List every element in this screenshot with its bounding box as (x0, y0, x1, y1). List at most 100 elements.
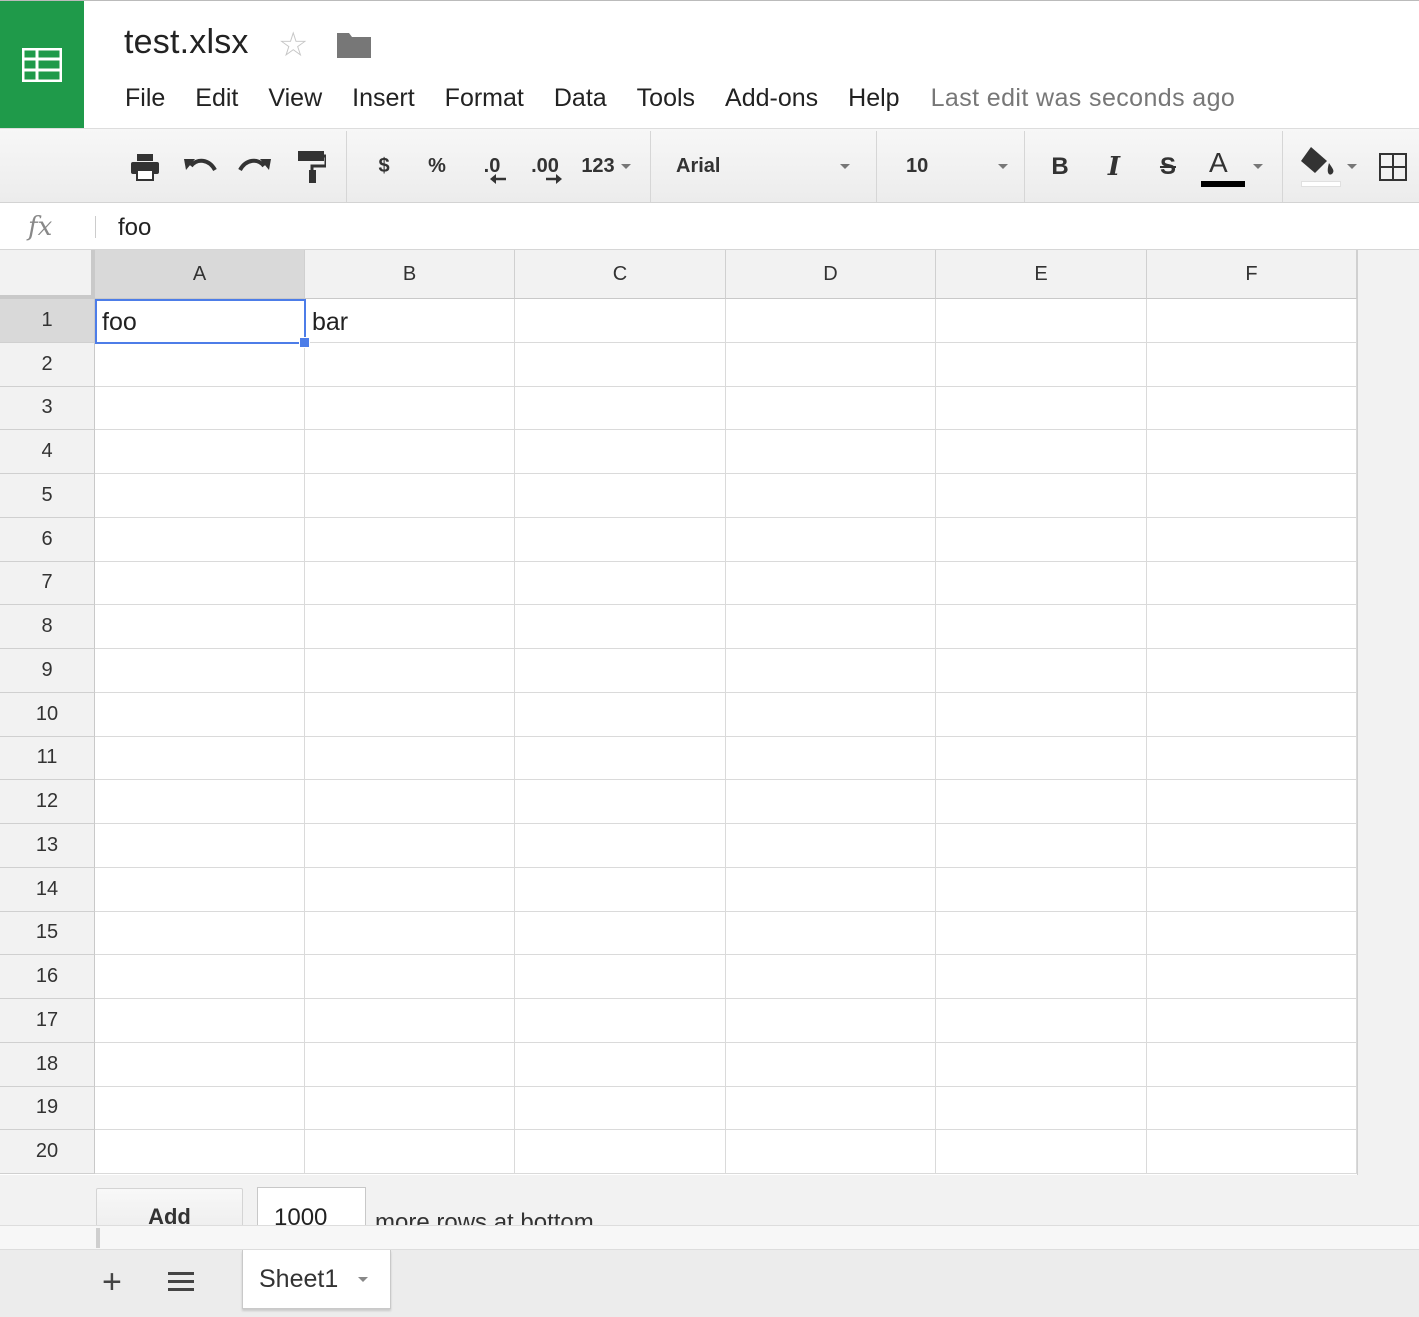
select-all-corner[interactable] (0, 250, 95, 299)
column-header-e[interactable]: E (936, 250, 1147, 299)
row-header-10[interactable]: 10 (0, 692, 95, 737)
row-header-20[interactable]: 20 (0, 1130, 95, 1174)
horizontal-scrollbar[interactable] (0, 1225, 1419, 1250)
column-header-b[interactable]: B (305, 250, 515, 299)
formula-input[interactable] (118, 214, 1318, 242)
menu-format[interactable]: Format (430, 81, 539, 115)
row-header-7[interactable]: 7 (0, 561, 95, 606)
column-header-c[interactable]: C (515, 250, 726, 299)
bold-button[interactable]: B (1042, 129, 1078, 204)
row-gridline (95, 385, 1357, 387)
fill-color-swatch (1301, 180, 1341, 187)
font-family-dropdown[interactable]: Arial (664, 129, 864, 204)
menu-add-ons[interactable]: Add-ons (710, 81, 833, 115)
row-header-9[interactable]: 9 (0, 649, 95, 693)
row-gridline (95, 823, 1357, 824)
toolbar-separator (650, 131, 651, 202)
column-header-d[interactable]: D (726, 250, 936, 299)
row-header-5[interactable]: 5 (0, 474, 95, 518)
menu-help[interactable]: Help (833, 81, 914, 115)
text-color-swatch (1201, 180, 1245, 187)
print-icon (131, 153, 159, 181)
row-gridline (95, 1129, 1357, 1131)
add-sheet-icon[interactable]: + (102, 1264, 122, 1300)
toolbar-separator (1024, 131, 1025, 202)
borders-icon (1379, 152, 1407, 181)
column-header-a[interactable]: A (95, 250, 305, 299)
currency-label: $ (378, 155, 390, 177)
redo-button[interactable] (234, 129, 276, 204)
menu-view[interactable]: View (253, 81, 337, 115)
toolbar: $ % .0 .00 123 Arial 10 B I S A (0, 128, 1419, 203)
row-gridline (95, 560, 1357, 562)
sheets-logo[interactable] (0, 1, 84, 129)
text-color-dropdown[interactable]: A (1196, 129, 1266, 204)
more-formats-dropdown[interactable]: 123 (574, 129, 638, 204)
header: test.xlsx ☆ File Edit View Insert Format… (0, 0, 1419, 129)
chevron-down-icon (998, 164, 1008, 169)
decrease-decimal-button[interactable]: .0 (472, 129, 512, 204)
menu-edit[interactable]: Edit (180, 81, 253, 115)
fill-handle[interactable] (299, 336, 310, 348)
add-rows-button[interactable]: Add (96, 1188, 243, 1225)
toolbar-separator (346, 131, 347, 202)
row-header-19[interactable]: 19 (0, 1086, 95, 1131)
row-header-1[interactable]: 1 (0, 299, 95, 343)
menu-file[interactable]: File (110, 81, 180, 115)
undo-button[interactable] (179, 129, 221, 204)
strikethrough-label: S (1159, 152, 1176, 180)
print-button[interactable] (124, 129, 166, 204)
row-gridline (95, 604, 1357, 606)
fill-color-icon (1297, 145, 1341, 189)
row-header-3[interactable]: 3 (0, 386, 95, 431)
percent-format-button[interactable]: % (420, 129, 454, 204)
column-header-f[interactable]: F (1147, 250, 1357, 299)
currency-format-button[interactable]: $ (368, 129, 400, 204)
spreadsheet-app: test.xlsx ☆ File Edit View Insert Format… (0, 0, 1419, 1317)
font-size-dropdown[interactable]: 10 (894, 129, 1014, 204)
add-rows-area: Add 1000 more rows at bottom. (0, 1175, 1419, 1225)
sheet-tab[interactable]: Sheet1 (242, 1250, 391, 1309)
row-header-2[interactable]: 2 (0, 342, 95, 387)
last-edit-status[interactable]: Last edit was seconds ago (931, 84, 1236, 113)
grid-empty-area (1357, 250, 1419, 1175)
chevron-down-icon[interactable] (358, 1276, 369, 1282)
fill-color-dropdown[interactable] (1292, 129, 1362, 204)
strikethrough-button[interactable]: S (1150, 129, 1186, 204)
rows-count-input[interactable]: 1000 (257, 1187, 366, 1225)
borders-button[interactable] (1374, 129, 1412, 204)
row-gridline (95, 648, 1357, 649)
row-header-17[interactable]: 17 (0, 999, 95, 1043)
row-header-14[interactable]: 14 (0, 867, 95, 912)
text-color-glyph: A (1209, 146, 1228, 178)
row-header-18[interactable]: 18 (0, 1042, 95, 1087)
star-icon[interactable]: ☆ (278, 25, 308, 65)
cell-b1[interactable]: bar (312, 308, 348, 337)
row-header-16[interactable]: 16 (0, 955, 95, 999)
text-color-icon: A (1199, 146, 1245, 187)
percent-label: % (428, 155, 446, 177)
menu-insert[interactable]: Insert (337, 81, 430, 115)
folder-icon[interactable] (336, 31, 372, 59)
column-gridline (1146, 299, 1147, 1174)
italic-button[interactable]: I (1096, 129, 1132, 204)
row-header-12[interactable]: 12 (0, 780, 95, 824)
menu-data[interactable]: Data (539, 81, 622, 115)
row-header-13[interactable]: 13 (0, 824, 95, 868)
row-header-11[interactable]: 11 (0, 736, 95, 781)
row-header-4[interactable]: 4 (0, 430, 95, 474)
row-header-8[interactable]: 8 (0, 605, 95, 649)
row-header-6[interactable]: 6 (0, 517, 95, 562)
document-title[interactable]: test.xlsx (124, 23, 249, 62)
scrollbar-thumb[interactable] (96, 1228, 100, 1248)
paint-format-button[interactable] (290, 129, 332, 204)
increase-decimal-button[interactable]: .00 (522, 129, 568, 204)
row-header-15[interactable]: 15 (0, 911, 95, 956)
row-gridline (95, 779, 1357, 781)
font-family-value: Arial (676, 155, 721, 177)
paint-format-icon (298, 150, 326, 183)
all-sheets-icon[interactable] (168, 1272, 194, 1294)
toolbar-separator (876, 131, 877, 202)
menu-tools[interactable]: Tools (622, 81, 710, 115)
undo-icon (184, 158, 217, 171)
